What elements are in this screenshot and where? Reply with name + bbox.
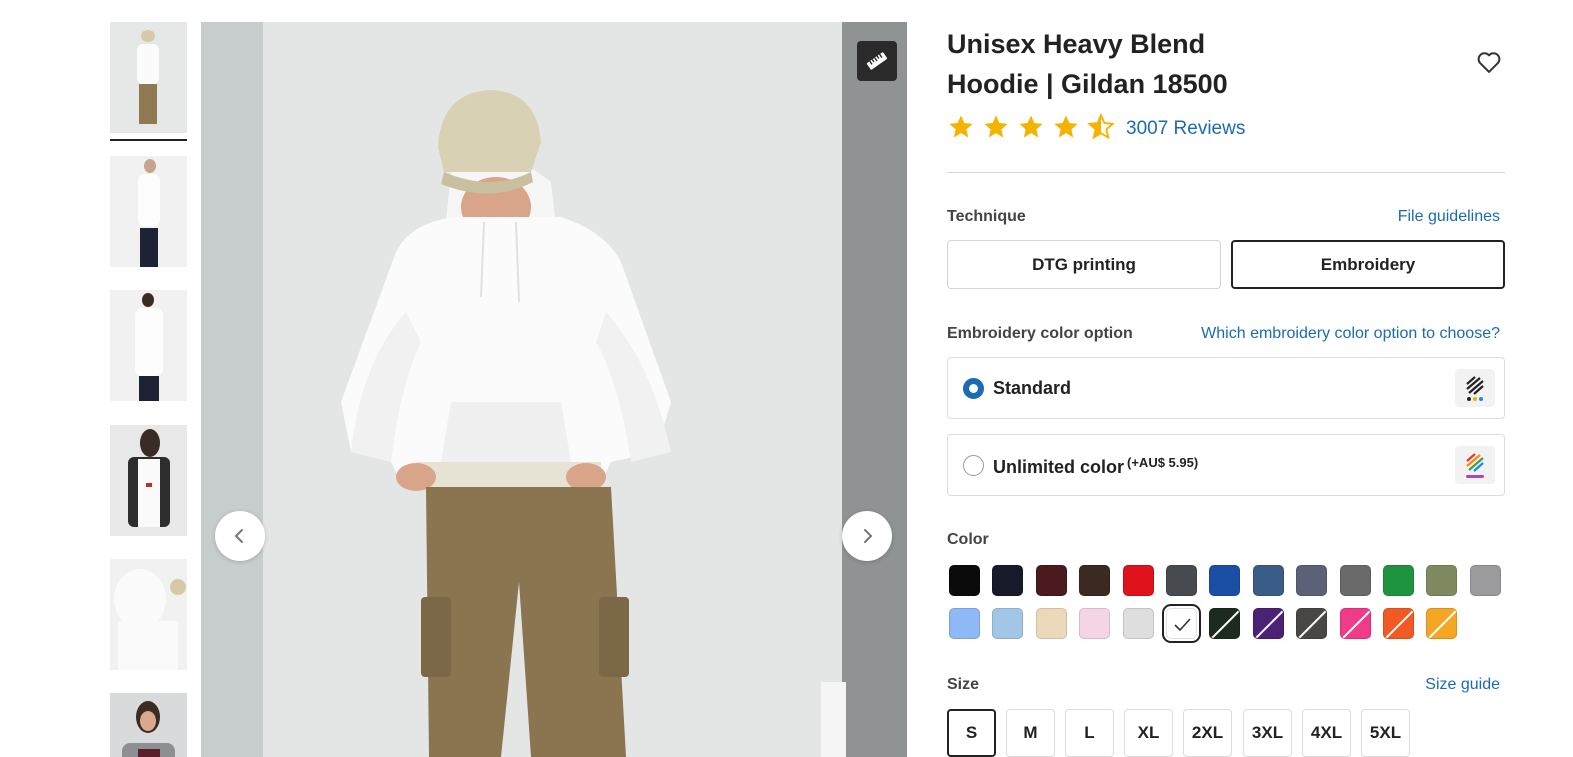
ruler-icon [866, 52, 888, 70]
size-guide-link[interactable]: Size guide [1425, 676, 1500, 694]
rating-stars [947, 113, 1115, 141]
product-title: Unisex Heavy Blend Hoodie | Gildan 18500 [947, 24, 1307, 104]
color-swatch[interactable] [1079, 565, 1111, 596]
option-label-text: Unlimited color [993, 457, 1125, 477]
product-title-line1: Unisex Heavy Blend [947, 29, 1206, 59]
thumbnail-3[interactable] [110, 290, 187, 401]
color-swatch[interactable] [1252, 565, 1284, 596]
embroidery-option-unlimited[interactable]: Unlimited color (+AU$ 5.95) [947, 434, 1505, 496]
thumbnail-6[interactable] [110, 693, 187, 757]
chevron-left-icon [234, 529, 243, 543]
main-product-image [201, 22, 907, 757]
color-swatch[interactable] [1383, 565, 1414, 596]
file-guidelines-link[interactable]: File guidelines [1398, 208, 1500, 226]
thumbnail-5[interactable] [110, 559, 187, 670]
color-swatch[interactable] [1426, 608, 1458, 639]
product-photo [201, 22, 907, 757]
color-swatch[interactable] [1339, 608, 1371, 639]
color-swatch[interactable] [1383, 608, 1414, 639]
color-swatch[interactable] [992, 565, 1024, 596]
embroidery-help-link[interactable]: Which embroidery color option to choose? [1201, 325, 1500, 343]
size-option-3xl[interactable]: 3XL [1243, 709, 1292, 757]
radio-selected[interactable] [963, 378, 984, 399]
standard-thread-icon [1455, 369, 1495, 407]
color-swatch[interactable] [1469, 565, 1501, 596]
size-option-s[interactable]: S [947, 709, 996, 757]
color-swatch[interactable] [1166, 565, 1197, 596]
color-swatch[interactable] [1122, 608, 1154, 639]
heart-icon [1477, 52, 1501, 73]
technique-dtg-button[interactable]: DTG printing [947, 240, 1221, 289]
size-option-4xl[interactable]: 4XL [1302, 709, 1351, 757]
option-price: (+AU$ 5.95) [1127, 455, 1199, 470]
divider [947, 172, 1505, 173]
size-option-5xl[interactable]: 5XL [1361, 709, 1410, 757]
size-chart-ruler-button[interactable] [857, 41, 897, 81]
star-full-icon [1019, 115, 1043, 138]
size-option-xl[interactable]: XL [1124, 709, 1173, 757]
thumbnail-2[interactable] [110, 156, 187, 267]
technique-embroidery-button[interactable]: Embroidery [1231, 240, 1505, 289]
color-swatch[interactable] [949, 608, 980, 639]
color-swatch[interactable] [1296, 608, 1328, 639]
option-label: Unlimited color (+AU$ 5.95) [993, 455, 1198, 478]
star-full-icon [1054, 115, 1078, 138]
embroidery-option-standard[interactable]: Standard [947, 357, 1505, 419]
reviews-link[interactable]: 3007 Reviews [1126, 118, 1245, 140]
product-title-line2: Hoodie | Gildan 18500 [947, 69, 1228, 99]
star-full-icon [984, 115, 1008, 138]
color-swatch[interactable] [949, 565, 980, 596]
check-icon [1174, 618, 1191, 632]
chevron-right-icon [864, 529, 873, 543]
color-swatch[interactable] [1339, 565, 1371, 596]
technique-label: Technique [947, 208, 1026, 225]
color-swatch[interactable] [1122, 565, 1154, 596]
favorite-button[interactable] [1475, 48, 1503, 76]
color-swatch[interactable] [992, 608, 1024, 639]
star-full-icon [949, 115, 973, 138]
color-swatch[interactable] [1209, 565, 1241, 596]
color-label: Color [947, 531, 989, 548]
previous-image-button[interactable] [215, 511, 265, 561]
next-image-button[interactable] [842, 511, 892, 561]
option-label: Standard [993, 378, 1071, 399]
thumbnail-4[interactable] [110, 425, 187, 536]
embroidery-color-label: Embroidery color option [947, 325, 1133, 342]
size-option-l[interactable]: L [1065, 709, 1114, 757]
thumbnail-1[interactable] [110, 22, 187, 133]
color-swatch[interactable] [1035, 608, 1067, 639]
color-swatch[interactable] [1426, 565, 1458, 596]
radio-unselected[interactable] [963, 455, 984, 476]
size-label: Size [947, 676, 980, 693]
size-option-m[interactable]: M [1006, 709, 1055, 757]
color-swatch[interactable] [1296, 565, 1328, 596]
color-swatch[interactable] [1162, 604, 1201, 643]
color-swatch[interactable] [1079, 608, 1111, 639]
color-swatch[interactable] [1209, 608, 1241, 639]
star-half-icon [1087, 113, 1115, 140]
color-swatch[interactable] [1252, 608, 1284, 639]
color-swatch[interactable] [1035, 565, 1067, 596]
thumbnail-selected-indicator [110, 139, 187, 141]
unlimited-thread-icon [1455, 446, 1495, 484]
size-option-2xl[interactable]: 2XL [1183, 709, 1232, 757]
option-label-text: Standard [993, 378, 1072, 398]
